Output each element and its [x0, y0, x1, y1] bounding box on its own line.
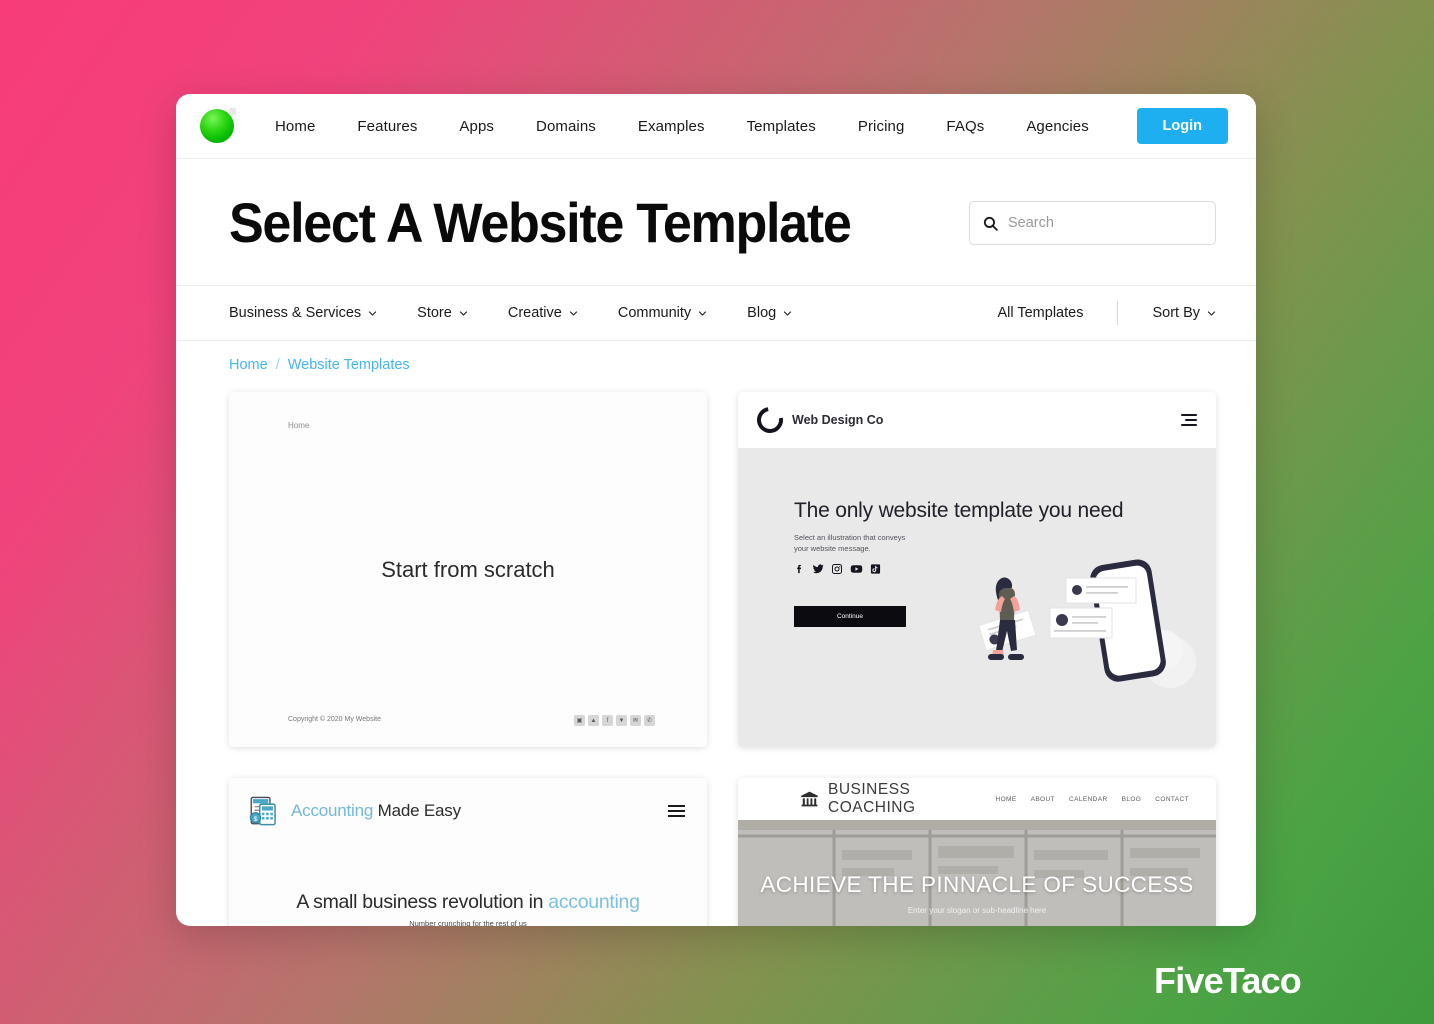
- ring-logo-icon: [751, 401, 789, 439]
- preview-social-icons: ▣ ▲ f ▼ ✉ ✆: [574, 715, 655, 726]
- email-icon: ✉: [630, 715, 641, 726]
- filter-bar: Business & Services Store Creative Commu…: [176, 286, 1256, 341]
- instagram-icon: [832, 564, 842, 575]
- chevron-down-icon: [369, 310, 377, 316]
- preview-header: $ Accounting Made Easy: [229, 778, 707, 828]
- preview-headline: ACHIEVE THE PINNACLE OF SUCCESS: [760, 872, 1194, 897]
- chevron-down-icon: [1207, 310, 1216, 316]
- login-button[interactable]: Login: [1136, 108, 1228, 144]
- filter-blog[interactable]: Blog: [747, 305, 792, 321]
- breadcrumb-current-link[interactable]: Website Templates: [288, 357, 410, 373]
- preview-hero: A small business revolution in accountin…: [229, 891, 707, 926]
- twitter-icon: [813, 564, 824, 574]
- preview-brand: BUSINESS COACHING: [828, 781, 916, 816]
- filter-label: Community: [617, 305, 692, 321]
- nav-link-faqs[interactable]: FAQs: [925, 118, 1005, 135]
- search-input[interactable]: [1008, 215, 1203, 231]
- breadcrumb: Home / Website Templates: [176, 341, 1256, 383]
- youtube-icon: [850, 565, 863, 574]
- sort-by-label: Sort By: [1152, 305, 1200, 321]
- preview-headline-highlight: accounting: [548, 891, 640, 913]
- preview-nav-contact: CONTACT: [1155, 795, 1189, 803]
- preview-nav-home: Home: [288, 421, 310, 430]
- nav-link-agencies[interactable]: Agencies: [1005, 118, 1110, 135]
- template-card-start-from-scratch[interactable]: Home Start from scratch Copyright © 2020…: [229, 392, 707, 747]
- filter-store[interactable]: Store: [417, 305, 468, 321]
- nav-link-domains[interactable]: Domains: [515, 118, 617, 135]
- preview-hero-text: ACHIEVE THE PINNACLE OF SUCCESS Enter yo…: [738, 872, 1216, 926]
- preview-headline-main: A small business revolution in: [296, 891, 549, 913]
- filter-label: Store: [417, 305, 452, 321]
- hamburger-icon: [1181, 414, 1197, 426]
- filter-community[interactable]: Community: [618, 305, 707, 321]
- preview-brand-rest: Made Easy: [373, 801, 461, 820]
- fivetaco-watermark: FiveTaco: [1154, 960, 1302, 1001]
- preview-copyright: Copyright © 2020 My Website: [288, 716, 381, 723]
- preview-brand: Accounting Made Easy: [291, 801, 461, 821]
- nav-link-features[interactable]: Features: [336, 118, 438, 135]
- filter-business-services[interactable]: Business & Services: [229, 305, 377, 321]
- twitter-icon: ▼: [616, 715, 627, 726]
- instagram-icon: ▣: [574, 715, 585, 726]
- tiktok-icon: [870, 564, 881, 574]
- preview-header: Web Design Co: [738, 392, 1216, 448]
- illustration-person-with-phone: [978, 559, 1196, 688]
- preview-subtext: Select an illustration that conveys your…: [794, 532, 906, 554]
- preview-nav-home: HOME: [995, 795, 1017, 803]
- preview-nav-calendar: CALENDAR: [1068, 795, 1108, 803]
- template-card-accounting-made-easy[interactable]: $ Accounting Made Easy A small business …: [229, 778, 707, 926]
- pinterest-icon: ▲: [588, 715, 599, 726]
- nav-link-pricing[interactable]: Pricing: [837, 118, 926, 135]
- breadcrumb-separator: /: [275, 357, 280, 373]
- phone-icon: ✆: [644, 715, 655, 726]
- template-grid: Home Start from scratch Copyright © 2020…: [176, 383, 1256, 926]
- chevron-down-icon: [569, 310, 577, 316]
- template-card-web-design-co[interactable]: Web Design Co The only website template …: [738, 392, 1216, 747]
- page-header: Select A Website Template: [176, 159, 1256, 286]
- calculator-invoice-icon: $: [249, 796, 276, 826]
- preview-title: Start from scratch: [381, 556, 555, 582]
- chevron-down-icon: [784, 310, 792, 316]
- svg-text:$: $: [254, 816, 258, 823]
- preview-brand: Web Design Co: [792, 413, 884, 427]
- bank-building-icon: [801, 791, 818, 806]
- facebook-icon: f: [602, 715, 613, 726]
- nav-link-home[interactable]: Home: [254, 118, 336, 135]
- nav-link-apps[interactable]: Apps: [438, 118, 515, 135]
- preview-headline: A small business revolution in accountin…: [229, 891, 707, 914]
- preview-nav-blog: BLOG: [1121, 795, 1142, 803]
- preview-tagline: Number crunching for the rest of us: [409, 919, 527, 926]
- chevron-down-icon: [459, 310, 467, 316]
- browser-window: Home Features Apps Domains Examples Temp…: [176, 94, 1256, 926]
- facebook-icon: [797, 565, 802, 574]
- filter-label: Creative: [507, 305, 562, 321]
- nav-link-templates[interactable]: Templates: [726, 118, 837, 135]
- filter-label: Blog: [747, 305, 777, 321]
- template-card-business-coaching[interactable]: BUSINESS COACHING HOME ABOUT CALENDAR BL…: [738, 778, 1216, 926]
- preview-headline: The only website template you need: [794, 499, 1124, 522]
- preview-continue-button[interactable]: Continue: [794, 606, 906, 628]
- page-title: Select A Website Template: [229, 191, 852, 254]
- preview-nav: HOME ABOUT CALENDAR BLOG CONTACT: [995, 796, 1189, 803]
- breadcrumb-home-link[interactable]: Home: [229, 357, 268, 373]
- preview-subtext: Enter your slogan or sub-headline here: [907, 906, 1047, 915]
- sort-by-dropdown[interactable]: Sort By: [1118, 305, 1216, 321]
- search-box[interactable]: [969, 201, 1216, 245]
- filter-bar-right: All Templates Sort By: [997, 301, 1216, 325]
- preview-header: BUSINESS COACHING HOME ABOUT CALENDAR BL…: [738, 778, 1216, 820]
- brand-logo-icon[interactable]: [200, 108, 236, 143]
- filter-label: Business & Services: [229, 305, 362, 321]
- search-icon: [983, 216, 998, 231]
- filter-creative[interactable]: Creative: [508, 305, 578, 321]
- preview-brand-highlight: Accounting: [291, 801, 374, 820]
- chevron-down-icon: [699, 310, 707, 316]
- hamburger-icon: [668, 804, 685, 818]
- preview-hero: ACHIEVE THE PINNACLE OF SUCCESS Enter yo…: [738, 820, 1216, 926]
- preview-nav-about: ABOUT: [1030, 795, 1055, 803]
- site-navigation-bar: Home Features Apps Domains Examples Temp…: [176, 94, 1256, 159]
- all-templates-link[interactable]: All Templates: [997, 305, 1117, 321]
- nav-link-examples[interactable]: Examples: [617, 118, 726, 135]
